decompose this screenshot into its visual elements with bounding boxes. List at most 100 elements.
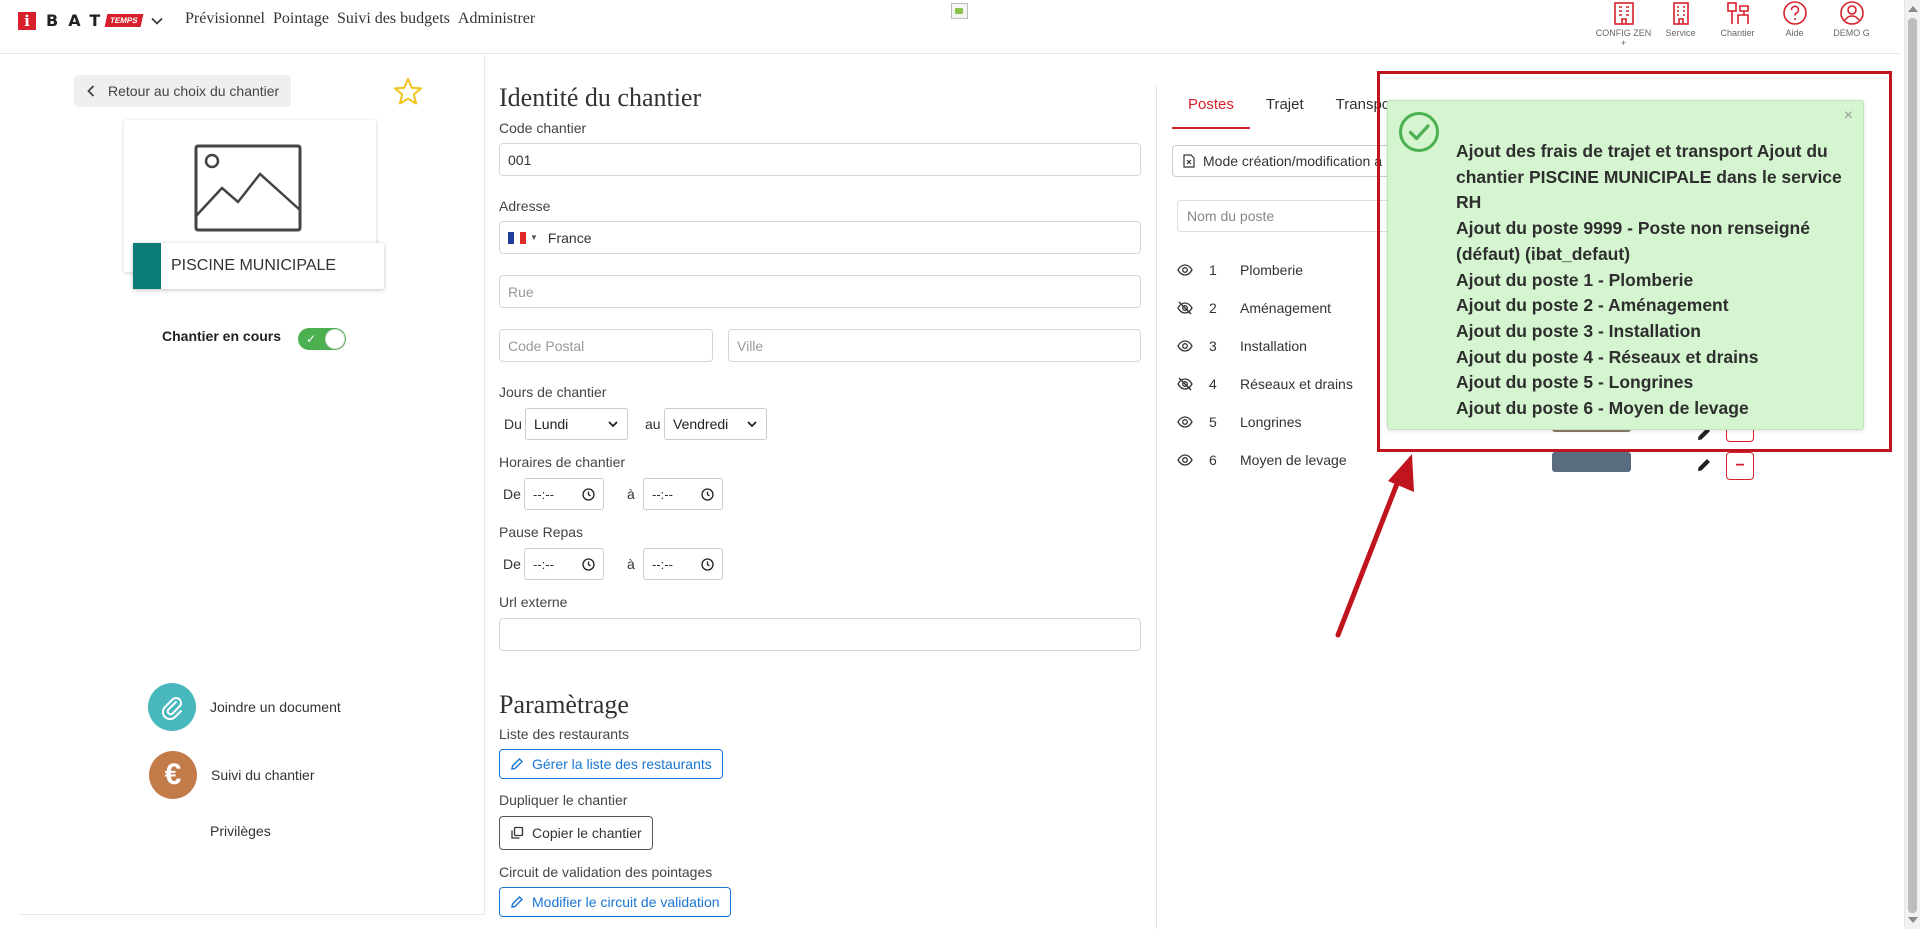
modify-circuit-button[interactable]: Modifier le circuit de validation <box>499 887 731 917</box>
jour-debut-select[interactable]: Lundi <box>525 408 628 440</box>
chevron-down-icon <box>608 421 618 428</box>
poste-name: Installation <box>1240 338 1307 354</box>
toast-close-button[interactable]: × <box>1844 107 1853 125</box>
toast-line: Ajout des frais de trajet et transport A… <box>1456 141 1842 213</box>
poste-number: 2 <box>1209 300 1217 316</box>
clock-icon <box>701 487 714 501</box>
back-label: Retour au choix du chantier <box>108 83 280 99</box>
site-color-tag <box>133 243 161 289</box>
page-scrollbar[interactable] <box>1904 0 1920 929</box>
pencil-icon <box>511 758 523 770</box>
pause-end-input[interactable]: --:-- <box>643 548 723 580</box>
horaires-start-input[interactable]: --:-- <box>524 478 604 510</box>
horaires-start-value: --:-- <box>533 486 554 502</box>
user-menu-button[interactable]: DEMO G <box>1823 0 1880 48</box>
poste-name: Réseaux et drains <box>1240 376 1353 392</box>
toast-message: Ajout des frais de trajet et transport A… <box>1456 139 1851 422</box>
copy-chantier-button[interactable]: Copier le chantier <box>499 816 653 850</box>
poste-color-swatch[interactable] <box>1552 452 1631 472</box>
au-label: au <box>645 416 661 432</box>
image-placeholder-icon <box>194 144 302 232</box>
clock-icon <box>582 557 595 571</box>
config-zen-button[interactable]: CONFIG ZEN + <box>1595 0 1652 48</box>
eye-icon[interactable] <box>1177 452 1193 468</box>
restaurants-label: Liste des restaurants <box>499 726 629 742</box>
eye-icon[interactable] <box>1177 414 1193 430</box>
code-input[interactable]: 001 <box>499 143 1141 176</box>
poste-name: Longrines <box>1240 414 1302 430</box>
logo-bat-text: BAT <box>46 11 111 30</box>
poste-name: Aménagement <box>1240 300 1332 316</box>
left-panel-divider <box>18 914 485 915</box>
pause-start-input[interactable]: --:-- <box>524 548 604 580</box>
chevron-down-icon <box>747 421 757 428</box>
toast-line: Ajout du poste 3 - Installation <box>1456 320 1701 341</box>
dupliquer-label: Dupliquer le chantier <box>499 792 628 808</box>
mode-creation-label: Mode création/modification a <box>1203 153 1382 169</box>
poste-number: 3 <box>1209 338 1217 354</box>
jour-fin-value: Vendredi <box>673 416 729 432</box>
street-input[interactable]: Rue <box>499 275 1141 308</box>
tab-trajet[interactable]: Trajet <box>1250 92 1320 129</box>
aide-button[interactable]: Aide <box>1766 0 1823 48</box>
manage-restaurants-button[interactable]: Gérer la liste des restaurants <box>499 749 723 779</box>
city-input[interactable]: Ville <box>728 329 1141 362</box>
scroll-up-icon[interactable] <box>1908 6 1918 12</box>
horaires-end-input[interactable]: --:-- <box>643 478 723 510</box>
menu-administrer[interactable]: Administrer <box>458 10 535 28</box>
join-document-action[interactable]: Joindre un document <box>148 683 341 731</box>
right-panel-divider <box>1156 85 1157 929</box>
chantier-button[interactable]: Chantier <box>1709 0 1766 48</box>
eye-icon[interactable] <box>1177 262 1193 278</box>
menu-previsionnel[interactable]: Prévisionnel <box>185 10 265 28</box>
tab-postes[interactable]: Postes <box>1172 92 1250 129</box>
app-logo[interactable]: i BAT TEMPS <box>18 11 164 30</box>
toast-line: Ajout du poste 1 - Plomberie <box>1456 269 1694 290</box>
broken-image-icon <box>951 3 968 19</box>
favorite-star-icon[interactable] <box>392 76 424 108</box>
logo-i-mark: i <box>18 11 36 30</box>
building-icon <box>1613 2 1634 25</box>
chevron-down-icon[interactable] <box>150 14 164 28</box>
copy-chantier-label: Copier le chantier <box>532 825 642 841</box>
check-icon: ✓ <box>306 332 317 346</box>
edit-pencil-icon[interactable] <box>1695 456 1713 474</box>
suivi-chantier-action[interactable]: € Suivi du chantier <box>149 751 315 799</box>
pause-label: Pause Repas <box>499 524 584 540</box>
jour-fin-select[interactable]: Vendredi <box>664 408 767 440</box>
horaires-a-label: à <box>627 486 635 502</box>
privileges-link[interactable]: Privilèges <box>210 823 271 839</box>
pause-a-label: à <box>627 556 635 572</box>
eye-slash-icon[interactable] <box>1177 376 1193 392</box>
clock-icon <box>582 487 595 501</box>
pause-end-value: --:-- <box>652 556 673 572</box>
back-to-chantier-button[interactable]: Retour au choix du chantier <box>74 75 292 107</box>
toast-line: Ajout du poste 6 - Moyen de levage <box>1456 398 1749 419</box>
manage-restaurants-label: Gérer la liste des restaurants <box>532 756 712 772</box>
country-select[interactable]: ▼ France <box>499 221 1141 254</box>
menu-suivi-budgets[interactable]: Suivi des budgets <box>337 10 450 28</box>
poste-number: 6 <box>1209 452 1217 468</box>
toast-line: Ajout du poste 9999 - Poste non renseign… <box>1456 218 1810 264</box>
postal-code-input[interactable]: Code Postal <box>499 329 713 362</box>
chantier-label: Chantier <box>1720 28 1755 38</box>
scroll-down-icon[interactable] <box>1908 917 1918 923</box>
aide-label: Aide <box>1785 28 1804 38</box>
chantier-status-toggle[interactable]: ✓ <box>298 328 346 350</box>
construction-icon <box>1726 2 1749 24</box>
eye-icon[interactable] <box>1177 338 1193 354</box>
scroll-thumb[interactable] <box>1908 18 1917 913</box>
delete-poste-button[interactable]: − <box>1726 452 1754 480</box>
excel-file-icon <box>1183 154 1195 168</box>
menu-pointage[interactable]: Pointage <box>273 10 329 28</box>
url-input[interactable] <box>499 618 1141 651</box>
user-label: DEMO G <box>1833 28 1870 38</box>
pause-de-label: De <box>503 556 521 572</box>
eye-slash-icon[interactable] <box>1177 300 1193 316</box>
pencil-icon <box>511 896 523 908</box>
top-navbar: i BAT TEMPS Prévisionnel Pointage Suivi … <box>0 0 1900 54</box>
service-button[interactable]: Service <box>1652 0 1709 48</box>
suivi-chantier-label: Suivi du chantier <box>211 767 315 783</box>
horaires-label: Horaires de chantier <box>499 454 626 470</box>
caret-down-icon: ▼ <box>530 233 538 242</box>
